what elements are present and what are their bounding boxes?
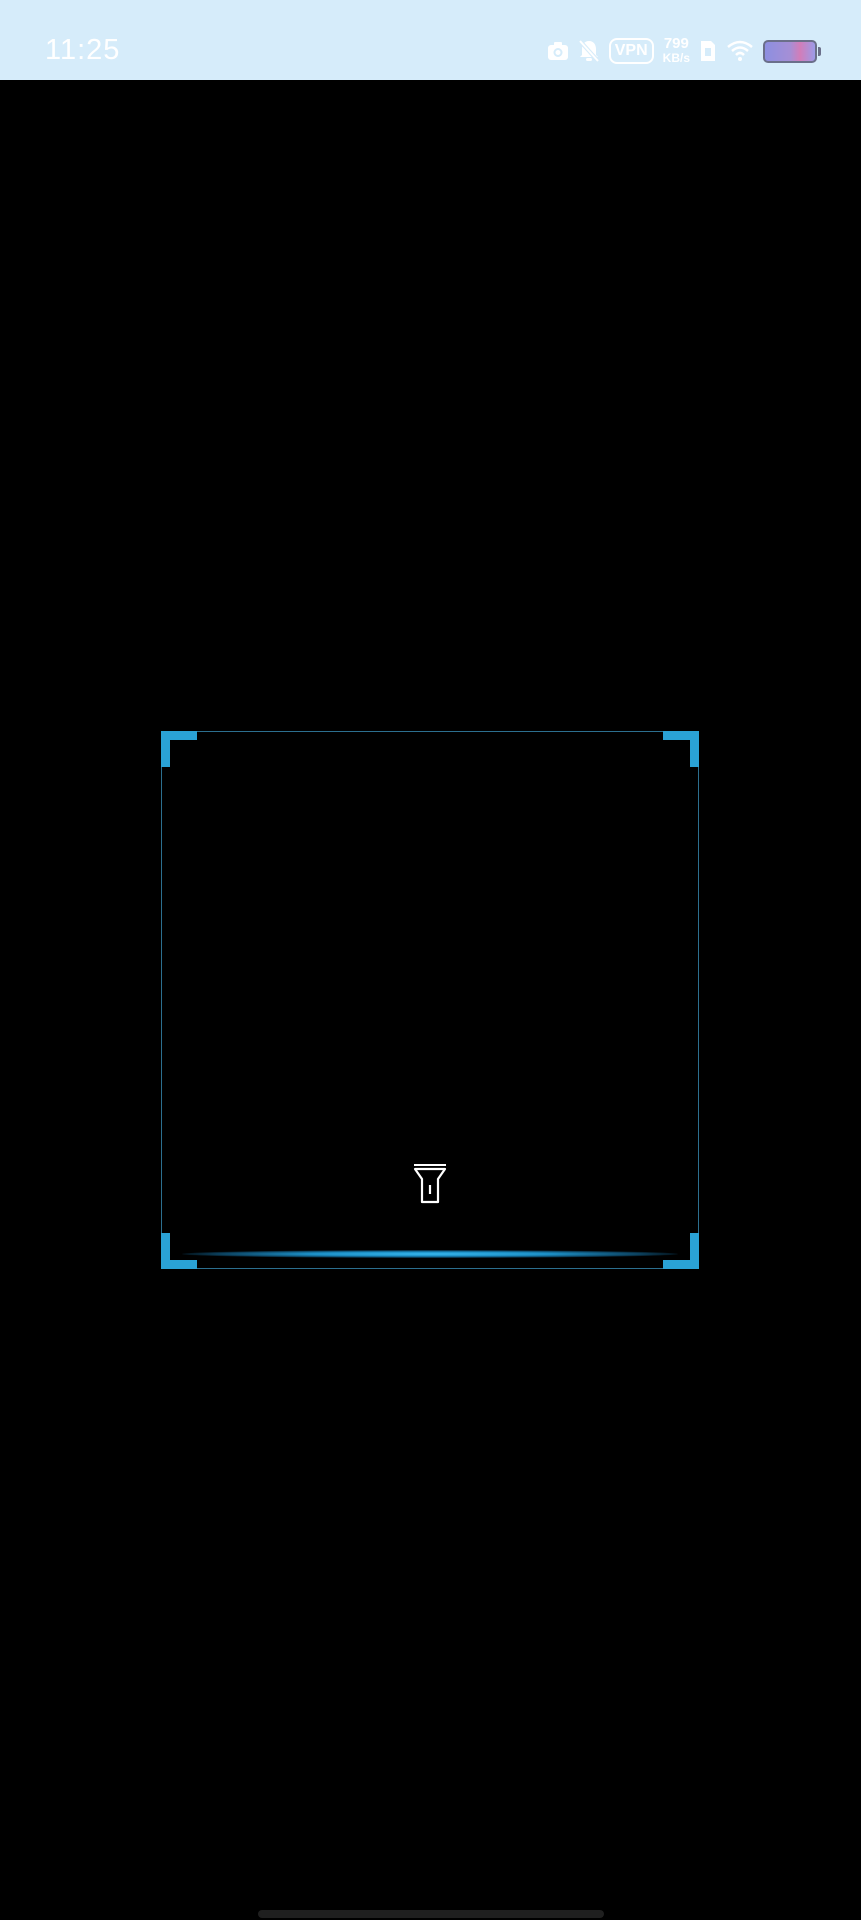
network-speed-value: 799 [663, 35, 689, 52]
flashlight-icon[interactable] [413, 1163, 447, 1205]
battery-icon [763, 39, 821, 63]
silent-bell-icon [578, 39, 600, 63]
home-indicator[interactable] [258, 1910, 604, 1918]
scan-frame [161, 731, 699, 1269]
wifi-icon [726, 40, 754, 62]
status-bar: 11:25 VPN 799 KB/s [0, 0, 861, 80]
camera-icon [547, 41, 569, 61]
scan-line [182, 1250, 678, 1258]
status-icons: VPN 799 KB/s [547, 33, 821, 69]
network-speed: 799 KB/s [662, 35, 690, 65]
scan-frame-corner-top-left [161, 731, 197, 767]
sim-card-icon [699, 39, 717, 63]
vpn-icon: VPN [608, 38, 654, 64]
scan-frame-corner-bottom-right [663, 1233, 699, 1269]
network-speed-unit: KB/s [662, 51, 690, 65]
qr-scanner-screen: 11:25 VPN 799 KB/s [0, 0, 861, 1920]
scan-frame-corner-bottom-left [161, 1233, 197, 1269]
status-time: 11:25 [45, 34, 121, 66]
scan-frame-corner-top-right [663, 731, 699, 767]
